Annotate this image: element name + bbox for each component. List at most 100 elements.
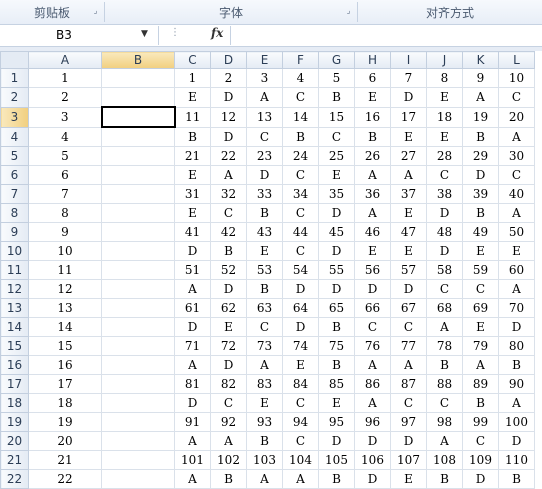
cell-l2[interactable]: C — [498, 87, 535, 108]
cell-i10[interactable]: E — [390, 241, 427, 261]
cell-d13[interactable]: 62 — [210, 298, 247, 318]
cell-j9[interactable]: 48 — [426, 222, 463, 242]
cell-e22[interactable]: A — [246, 469, 283, 489]
row-header[interactable]: 11 — [0, 260, 29, 280]
cell-l1[interactable]: 10 — [498, 68, 535, 88]
cell-k20[interactable]: C — [462, 431, 499, 451]
cell-e4[interactable]: C — [246, 126, 283, 147]
column-header-a[interactable]: A — [28, 51, 102, 69]
cell-a1[interactable]: 1 — [28, 68, 102, 88]
cell-l20[interactable]: D — [498, 431, 535, 451]
column-header-b[interactable]: B — [101, 51, 175, 69]
cell-j4[interactable]: E — [426, 126, 463, 147]
column-header-h[interactable]: H — [354, 51, 391, 69]
insert-function-icon[interactable]: fx — [211, 26, 223, 40]
cell-e10[interactable]: E — [246, 241, 283, 261]
cell-g1[interactable]: 5 — [318, 68, 355, 88]
cell-b14[interactable] — [101, 317, 175, 337]
cell-f4[interactable]: B — [282, 126, 319, 147]
cell-j8[interactable]: D — [426, 203, 463, 223]
cell-h13[interactable]: 66 — [354, 298, 391, 318]
cell-a18[interactable]: 18 — [28, 393, 102, 413]
row-header[interactable]: 8 — [0, 203, 29, 223]
cell-j3[interactable]: 18 — [426, 106, 463, 128]
cell-l7[interactable]: 40 — [498, 184, 535, 204]
cell-a3[interactable]: 3 — [28, 106, 102, 128]
cell-e18[interactable]: E — [246, 393, 283, 413]
cell-j5[interactable]: 28 — [426, 146, 463, 166]
cell-a16[interactable]: 16 — [28, 355, 102, 375]
cell-k18[interactable]: B — [462, 393, 499, 413]
cell-f11[interactable]: 54 — [282, 260, 319, 280]
cell-h9[interactable]: 46 — [354, 222, 391, 242]
cell-b18[interactable] — [101, 393, 175, 413]
cell-k17[interactable]: 89 — [462, 374, 499, 394]
cell-l19[interactable]: 100 — [498, 412, 535, 432]
cell-c5[interactable]: 21 — [174, 146, 211, 166]
cell-k13[interactable]: 69 — [462, 298, 499, 318]
cell-d8[interactable]: C — [210, 203, 247, 223]
cell-l22[interactable]: B — [498, 469, 535, 489]
cell-g3[interactable]: 15 — [318, 106, 355, 128]
cell-k3[interactable]: 19 — [462, 106, 499, 128]
cell-h15[interactable]: 76 — [354, 336, 391, 356]
cell-g7[interactable]: 35 — [318, 184, 355, 204]
cell-j20[interactable]: A — [426, 431, 463, 451]
cell-h17[interactable]: 86 — [354, 374, 391, 394]
cell-h5[interactable]: 26 — [354, 146, 391, 166]
cell-h3[interactable]: 16 — [354, 106, 391, 128]
row-header[interactable]: 13 — [0, 298, 29, 318]
cell-d17[interactable]: 82 — [210, 374, 247, 394]
cell-i15[interactable]: 77 — [390, 336, 427, 356]
cell-g13[interactable]: 65 — [318, 298, 355, 318]
cell-e6[interactable]: D — [246, 165, 283, 185]
cell-h1[interactable]: 6 — [354, 68, 391, 88]
cell-e12[interactable]: B — [246, 279, 283, 299]
cell-k1[interactable]: 9 — [462, 68, 499, 88]
column-header-j[interactable]: J — [426, 51, 463, 69]
column-header-g[interactable]: G — [318, 51, 355, 69]
cell-g19[interactable]: 95 — [318, 412, 355, 432]
cell-i8[interactable]: E — [390, 203, 427, 223]
cell-k12[interactable]: C — [462, 279, 499, 299]
row-header[interactable]: 22 — [0, 469, 29, 489]
cell-c16[interactable]: A — [174, 355, 211, 375]
cell-f12[interactable]: D — [282, 279, 319, 299]
cell-h10[interactable]: E — [354, 241, 391, 261]
cell-f9[interactable]: 44 — [282, 222, 319, 242]
cell-f6[interactable]: C — [282, 165, 319, 185]
row-header[interactable]: 1 — [0, 68, 29, 88]
cell-c20[interactable]: A — [174, 431, 211, 451]
row-header[interactable]: 9 — [0, 222, 29, 242]
cell-g8[interactable]: D — [318, 203, 355, 223]
clipboard-launcher-icon[interactable]: ⌟ — [91, 6, 100, 15]
cell-a4[interactable]: 4 — [28, 126, 102, 147]
row-header[interactable]: 18 — [0, 393, 29, 413]
row-header[interactable]: 2 — [0, 87, 29, 108]
cell-i18[interactable]: C — [390, 393, 427, 413]
cell-b10[interactable] — [101, 241, 175, 261]
cell-j16[interactable]: B — [426, 355, 463, 375]
cell-a19[interactable]: 19 — [28, 412, 102, 432]
cell-d20[interactable]: A — [210, 431, 247, 451]
column-header-i[interactable]: I — [390, 51, 427, 69]
cell-g14[interactable]: B — [318, 317, 355, 337]
cell-h14[interactable]: C — [354, 317, 391, 337]
cell-k2[interactable]: A — [462, 87, 499, 108]
cell-d15[interactable]: 72 — [210, 336, 247, 356]
cell-f14[interactable]: D — [282, 317, 319, 337]
cell-j12[interactable]: C — [426, 279, 463, 299]
cell-a11[interactable]: 11 — [28, 260, 102, 280]
cell-e15[interactable]: 73 — [246, 336, 283, 356]
cell-e1[interactable]: 3 — [246, 68, 283, 88]
cell-b20[interactable] — [101, 431, 175, 451]
cell-g20[interactable]: D — [318, 431, 355, 451]
cell-l15[interactable]: 80 — [498, 336, 535, 356]
cell-a20[interactable]: 20 — [28, 431, 102, 451]
cell-g11[interactable]: 55 — [318, 260, 355, 280]
cell-k10[interactable]: E — [462, 241, 499, 261]
cell-a2[interactable]: 2 — [28, 87, 102, 108]
cell-e13[interactable]: 63 — [246, 298, 283, 318]
row-header[interactable]: 15 — [0, 336, 29, 356]
cell-j1[interactable]: 8 — [426, 68, 463, 88]
